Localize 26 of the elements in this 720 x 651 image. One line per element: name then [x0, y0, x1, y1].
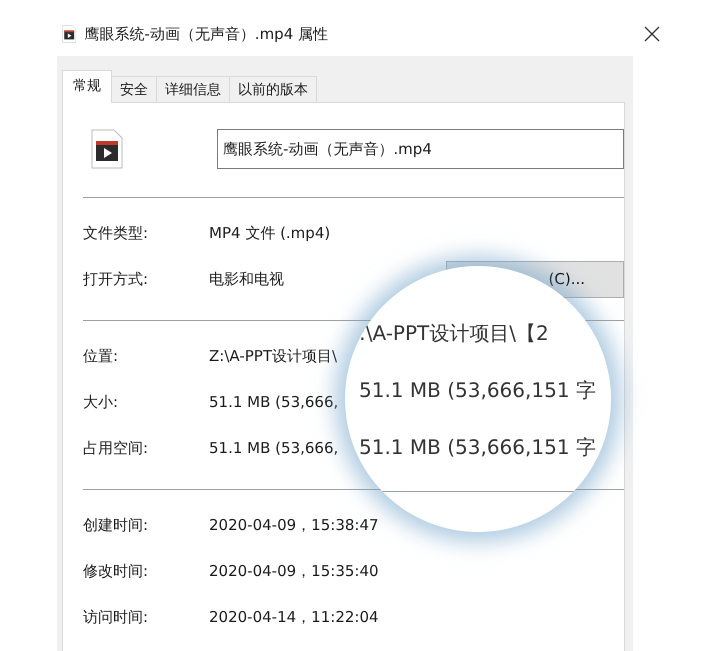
property-value: Z:\A-PPT设计项目\: [209, 346, 338, 366]
property-label: 占用空间:: [83, 438, 150, 458]
property-value: 2020-04-09，15:38:47: [209, 516, 379, 534]
property-value: 51.1 MB (53,666,: [209, 393, 338, 411]
property-label: 创建时间:: [83, 516, 150, 534]
magnified-text: 51.1 MB (53,666,151 字: [359, 434, 596, 461]
property-label: 打开方式:: [83, 270, 150, 288]
property-value: MP4 文件 (.mp4): [209, 224, 330, 242]
video-file-icon: [91, 129, 123, 169]
magnified-text: 51.1 MB (53,666,151 字: [359, 377, 596, 404]
property-value: 51.1 MB (53,666,: [209, 439, 338, 457]
property-label: 访问时间:: [83, 608, 150, 626]
property-label: 文件类型:: [83, 224, 150, 242]
window-title: 鹰眼系统-动画（无声音）.mp4 属性: [84, 24, 330, 44]
close-icon[interactable]: [644, 26, 660, 42]
video-file-icon: [62, 25, 76, 43]
property-label: 修改时间:: [83, 562, 150, 580]
property-value: 电影和电视: [209, 270, 284, 288]
property-label: 大小:: [83, 392, 120, 412]
property-label: 位置:: [83, 346, 120, 366]
tab[interactable]: 以前的版本: [229, 76, 317, 103]
tab[interactable]: 常规: [62, 70, 112, 103]
property-value: 2020-04-09，15:35:40: [209, 562, 379, 580]
magnified-text: :\A-PPT设计项目\【2: [359, 320, 549, 347]
property-value: 2020-04-14，11:22:04: [209, 608, 379, 626]
file-name-field[interactable]: 鹰眼系统-动画（无声音）.mp4: [217, 129, 624, 169]
